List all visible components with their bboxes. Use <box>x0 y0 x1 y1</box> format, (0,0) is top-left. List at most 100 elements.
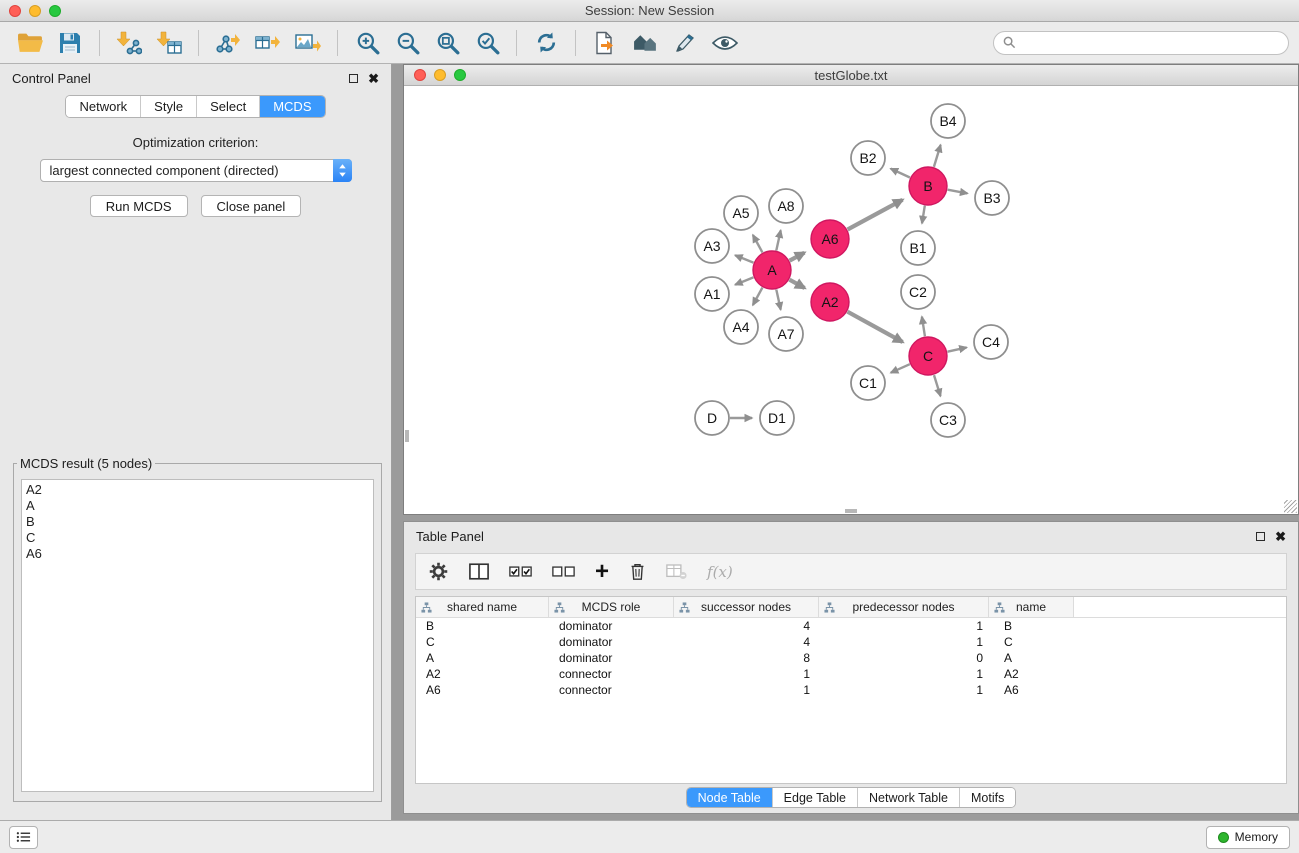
edge-A-A7[interactable] <box>776 290 780 310</box>
column-header-shared-name[interactable]: shared name <box>416 597 549 617</box>
add-row-button[interactable]: + <box>595 562 609 582</box>
table-row[interactable]: Bdominator41B <box>416 618 1286 634</box>
zoom-in-button[interactable] <box>347 25 387 61</box>
graph-node-C[interactable]: C <box>909 337 947 375</box>
import-network-button[interactable] <box>109 25 149 61</box>
zoom-out-button[interactable] <box>387 25 427 61</box>
tab-select[interactable]: Select <box>197 96 260 117</box>
minimize-window-button[interactable] <box>29 5 41 17</box>
tab-motifs[interactable]: Motifs <box>960 788 1015 807</box>
tab-edge-table[interactable]: Edge Table <box>773 788 858 807</box>
table-row[interactable]: A6connector11A6 <box>416 682 1286 698</box>
edge-B-B4[interactable] <box>934 145 941 167</box>
save-session-button[interactable] <box>50 25 90 61</box>
edge-A-A8[interactable] <box>776 230 780 250</box>
graph-node-C4[interactable]: C4 <box>974 325 1008 359</box>
run-mcds-button[interactable]: Run MCDS <box>90 195 188 217</box>
graph-node-A4[interactable]: A4 <box>724 310 758 344</box>
close-mcds-panel-button[interactable]: Close panel <box>201 195 302 217</box>
graph-node-A5[interactable]: A5 <box>724 196 758 230</box>
graph-node-C1[interactable]: C1 <box>851 366 885 400</box>
graph-node-A3[interactable]: A3 <box>695 229 729 263</box>
graph-node-B3[interactable]: B3 <box>975 181 1009 215</box>
graph-node-A2[interactable]: A2 <box>811 283 849 321</box>
edge-C-C2[interactable] <box>922 317 925 337</box>
column-header-predecessor-nodes[interactable]: predecessor nodes <box>819 597 989 617</box>
mcds-result-item[interactable]: A2 <box>22 482 373 498</box>
horizontal-scroll-indicator[interactable] <box>845 509 857 513</box>
zoom-fit-button[interactable] <box>427 25 467 61</box>
deselect-all-rows-button[interactable] <box>552 566 575 577</box>
style-brush-button[interactable] <box>665 25 705 61</box>
select-all-rows-button[interactable] <box>509 566 532 577</box>
close-network-window-button[interactable] <box>414 69 426 81</box>
open-document-button[interactable] <box>585 25 625 61</box>
fullscreen-window-button[interactable] <box>49 5 61 17</box>
close-panel-button[interactable]: ✖ <box>368 74 379 83</box>
zoom-network-window-button[interactable] <box>454 69 466 81</box>
close-window-button[interactable] <box>9 5 21 17</box>
network-view-canvas[interactable]: AA6A2BCA5A8A3A1A4A7B2B4B3B1C2C4C1C3DD1 <box>404 86 1298 514</box>
graph-node-A1[interactable]: A1 <box>695 277 729 311</box>
graph-node-B4[interactable]: B4 <box>931 104 965 138</box>
network-overview-button[interactable] <box>625 25 665 61</box>
search-field[interactable] <box>993 31 1289 55</box>
table-row[interactable]: Cdominator41C <box>416 634 1286 650</box>
column-header-successor-nodes[interactable]: successor nodes <box>674 597 819 617</box>
edge-A-A3[interactable] <box>735 255 753 262</box>
edge-C-C4[interactable] <box>948 347 967 351</box>
export-network-button[interactable] <box>208 25 248 61</box>
graph-node-C2[interactable]: C2 <box>901 275 935 309</box>
tab-style[interactable]: Style <box>141 96 197 117</box>
mcds-result-item[interactable]: A6 <box>22 546 373 562</box>
graph-node-B1[interactable]: B1 <box>901 231 935 265</box>
edge-B-B3[interactable] <box>948 190 968 194</box>
tab-network[interactable]: Network <box>66 96 141 117</box>
column-header-mcds-role[interactable]: MCDS role <box>549 597 674 617</box>
graph-node-A7[interactable]: A7 <box>769 317 803 351</box>
table-row[interactable]: A2connector11A2 <box>416 666 1286 682</box>
table-row[interactable]: Adominator80A <box>416 650 1286 666</box>
toggle-columns-button[interactable] <box>469 563 489 580</box>
network-window-titlebar[interactable]: testGlobe.txt <box>404 65 1298 86</box>
edge-A-A5[interactable] <box>753 235 763 252</box>
search-input[interactable] <box>1021 35 1279 50</box>
vertical-scroll-indicator[interactable] <box>405 430 409 442</box>
edge-A2-C[interactable] <box>848 312 903 342</box>
float-panel-button[interactable] <box>349 74 358 83</box>
table-settings-button[interactable] <box>428 561 449 582</box>
delete-row-button[interactable] <box>629 562 646 581</box>
task-history-button[interactable] <box>9 826 38 849</box>
import-table-button[interactable] <box>149 25 189 61</box>
edge-A-A2[interactable] <box>790 280 805 288</box>
resize-grip[interactable] <box>1284 500 1297 513</box>
export-table-button[interactable] <box>248 25 288 61</box>
float-table-panel-button[interactable] <box>1256 532 1265 541</box>
open-session-button[interactable] <box>10 25 50 61</box>
mcds-result-item[interactable]: C <box>22 530 373 546</box>
show-hide-details-button[interactable] <box>705 25 745 61</box>
zoom-selected-button[interactable] <box>467 25 507 61</box>
function-builder-button[interactable]: f(x) <box>707 563 733 581</box>
export-image-button[interactable] <box>288 25 328 61</box>
memory-button[interactable]: Memory <box>1206 826 1290 849</box>
edge-B-B2[interactable] <box>891 169 910 178</box>
tab-node-table[interactable]: Node Table <box>687 788 773 807</box>
mcds-result-item[interactable]: B <box>22 514 373 530</box>
edge-C-C1[interactable] <box>891 364 910 373</box>
graph-node-D1[interactable]: D1 <box>760 401 794 435</box>
graph-node-A8[interactable]: A8 <box>769 189 803 223</box>
network-canvas[interactable]: AA6A2BCA5A8A3A1A4A7B2B4B3B1C2C4C1C3DD1 <box>404 86 1298 514</box>
column-header-name[interactable]: name <box>989 597 1074 617</box>
edge-C-C3[interactable] <box>934 375 941 396</box>
delete-table-button[interactable] <box>666 564 687 580</box>
edge-A-A1[interactable] <box>735 277 753 284</box>
minimize-network-window-button[interactable] <box>434 69 446 81</box>
graph-node-D[interactable]: D <box>695 401 729 435</box>
mcds-result-list[interactable]: A2ABCA6 <box>21 479 374 792</box>
tab-network-table[interactable]: Network Table <box>858 788 960 807</box>
edge-A-A6[interactable] <box>790 253 805 261</box>
mcds-result-item[interactable]: A <box>22 498 373 514</box>
refresh-layout-button[interactable] <box>526 25 566 61</box>
graph-node-C3[interactable]: C3 <box>931 403 965 437</box>
